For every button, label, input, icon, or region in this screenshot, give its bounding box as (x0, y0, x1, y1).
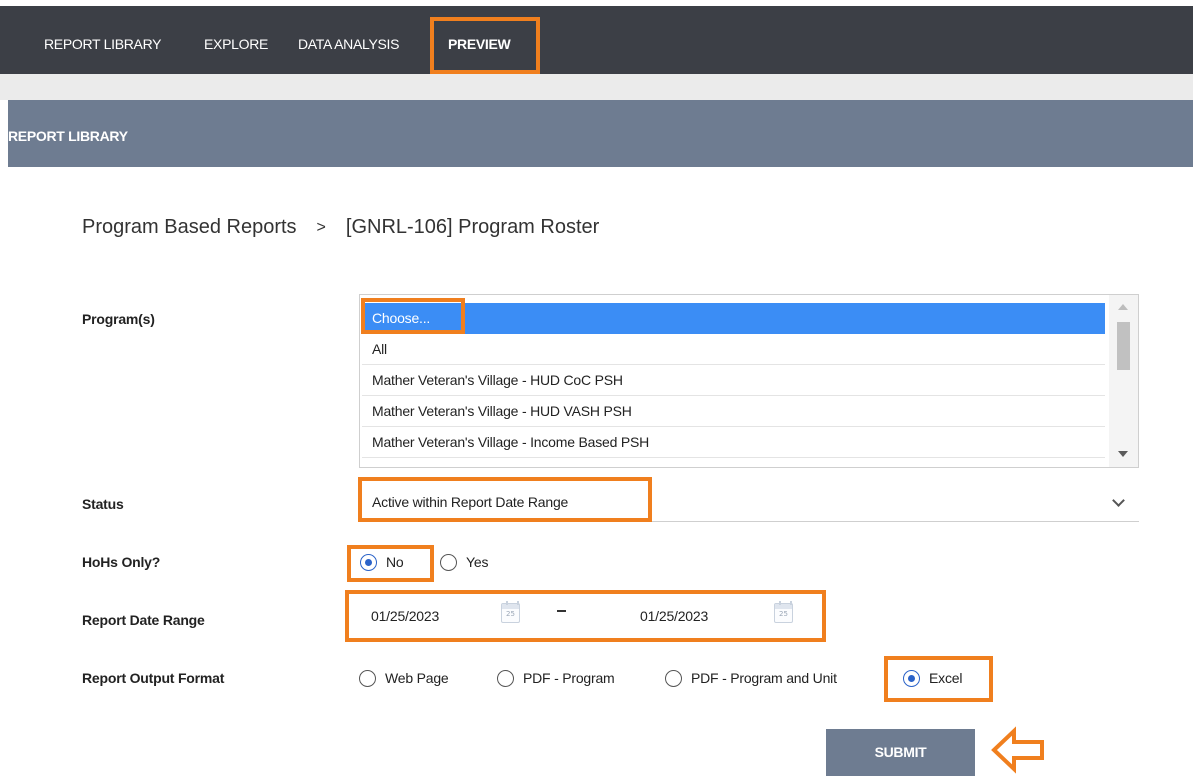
programs-label: Program(s) (82, 311, 155, 327)
output-pdf-program-label: PDF - Program (523, 670, 615, 686)
end-date-value: 01/25/2023 (640, 608, 709, 624)
status-select[interactable]: Active within Report Date Range (359, 486, 1139, 522)
program-option-choose[interactable]: Choose... (362, 303, 1105, 334)
breadcrumb-current: [GNRL-106] Program Roster (345, 216, 600, 238)
radio-checked-icon (903, 670, 920, 687)
scroll-down-arrow-icon[interactable] (1118, 451, 1128, 457)
output-format-label: Report Output Format (82, 670, 225, 686)
start-calendar-icon[interactable]: 25 (501, 601, 520, 623)
submit-button[interactable]: SUBMIT (826, 729, 975, 776)
output-pdf-program-unit-label: PDF - Program and Unit (691, 670, 837, 686)
top-nav: REPORT LIBRARY EXPLORE DATA ANALYSIS PRE… (0, 6, 1193, 74)
hohs-only-label: HoHs Only? (82, 554, 161, 570)
breadcrumb-parent[interactable]: Program Based Reports (82, 216, 297, 238)
section-header: REPORT LIBRARY (8, 100, 1193, 167)
nav-report-library[interactable]: REPORT LIBRARY (44, 36, 161, 52)
nav-preview[interactable]: PREVIEW (448, 36, 511, 52)
output-web-page-label: Web Page (385, 670, 449, 686)
status-label: Status (82, 496, 124, 512)
end-date-input[interactable]: 01/25/2023 (640, 601, 760, 631)
end-calendar-day: 25 (779, 610, 788, 618)
nav-spacer (0, 74, 1193, 100)
program-option-hud-vash-psh[interactable]: Mather Veteran's Village - HUD VASH PSH (362, 396, 1105, 427)
date-range-label: Report Date Range (82, 612, 205, 628)
breadcrumb-separator: > (316, 219, 326, 236)
status-select-value: Active within Report Date Range (372, 494, 569, 510)
programs-listbox[interactable]: Choose... All Mather Veteran's Village -… (359, 294, 1139, 468)
chevron-down-icon (1112, 494, 1125, 507)
programs-scrollbar[interactable] (1109, 295, 1138, 467)
breadcrumb: Program Based Reports > [GNRL-106] Program… (82, 216, 599, 239)
section-title: REPORT LIBRARY (8, 128, 128, 144)
left-arrow-icon (991, 726, 1044, 774)
date-range-dash (557, 610, 566, 612)
start-calendar-day: 25 (506, 610, 515, 618)
scroll-thumb[interactable] (1117, 322, 1130, 370)
start-date-value: 01/25/2023 (371, 608, 440, 624)
start-date-input[interactable]: 01/25/2023 (371, 601, 491, 631)
nav-data-analysis[interactable]: DATA ANALYSIS (298, 36, 399, 52)
output-excel-label: Excel (929, 670, 963, 686)
hohs-only-no-label: No (386, 554, 404, 570)
radio-unchecked-icon (665, 670, 682, 687)
radio-checked-icon (360, 554, 377, 571)
hohs-only-yes-label: Yes (466, 554, 489, 570)
radio-unchecked-icon (440, 554, 457, 571)
program-option-income-based-psh[interactable]: Mather Veteran's Village - Income Based … (362, 427, 1105, 458)
end-calendar-icon[interactable]: 25 (774, 601, 793, 623)
radio-unchecked-icon (359, 670, 376, 687)
radio-unchecked-icon (497, 670, 514, 687)
scroll-up-arrow-icon[interactable] (1118, 304, 1128, 310)
program-option-all[interactable]: All (362, 334, 1105, 365)
report-page: REPORT LIBRARY EXPLORE DATA ANALYSIS PRE… (0, 0, 1193, 776)
nav-explore[interactable]: EXPLORE (204, 36, 268, 52)
program-option-hud-coc-psh[interactable]: Mather Veteran's Village - HUD CoC PSH (362, 365, 1105, 396)
